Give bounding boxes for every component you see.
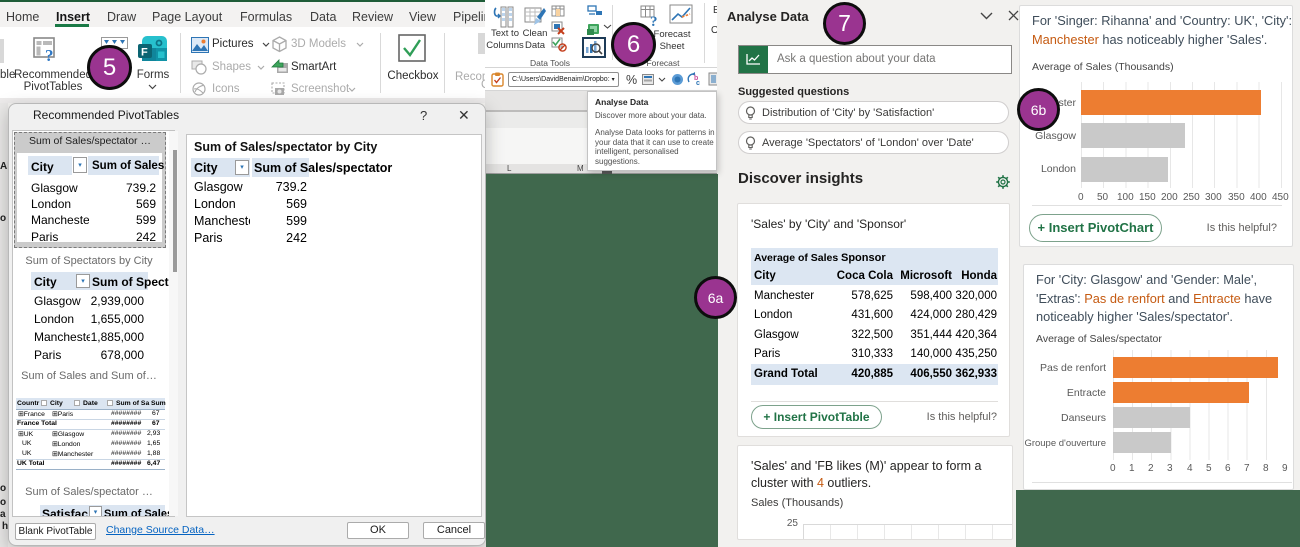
svg-text:c: c — [696, 80, 700, 87]
svg-text:F: F — [141, 47, 148, 59]
svg-text:?: ? — [650, 14, 658, 27]
svg-text:?: ? — [45, 46, 54, 64]
